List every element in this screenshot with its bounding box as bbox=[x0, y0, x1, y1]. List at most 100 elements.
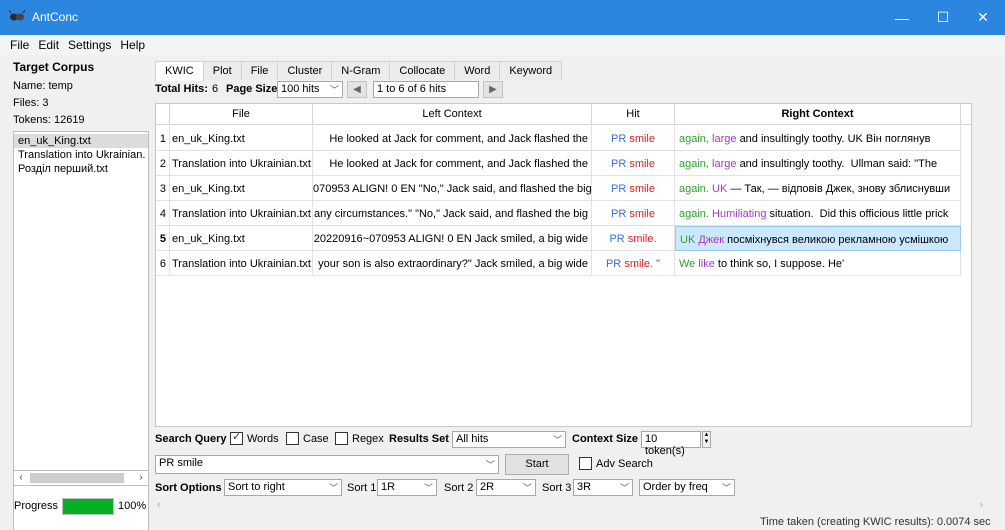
right-context-cell[interactable]: again, large and insultingly toothy. UK … bbox=[675, 126, 961, 151]
context-size-field[interactable]: 10 token(s) bbox=[641, 431, 701, 457]
right-context-token: large bbox=[712, 133, 740, 145]
file-cell[interactable]: en_uk_King.txt bbox=[170, 226, 313, 251]
table-row[interactable]: 4 Translation into Ukrainian.txt any circu… bbox=[156, 201, 961, 226]
file-cell[interactable]: en_uk_King.txt bbox=[170, 176, 313, 201]
hit-cell[interactable]: PR smile. bbox=[592, 226, 675, 251]
header-left-context[interactable]: Left Context bbox=[313, 104, 592, 125]
left-context-cell[interactable]: He looked at Jack for comment, and Jack … bbox=[313, 126, 592, 151]
corpus-files-count: Files: 3 bbox=[13, 97, 49, 109]
hit-cell[interactable]: PR smile bbox=[592, 176, 675, 201]
previous-page-button[interactable]: ◀ bbox=[347, 81, 367, 98]
close-button[interactable]: ✕ bbox=[961, 0, 1005, 35]
corpus-file-item[interactable]: Розділ перший.txt bbox=[14, 162, 148, 176]
chevron-down-icon: ﹀ bbox=[522, 483, 532, 493]
search-query-label: Search Query bbox=[155, 433, 227, 445]
file-cell[interactable]: Translation into Ukrainian.txt bbox=[170, 201, 313, 226]
sort1-select[interactable]: 1R ﹀ bbox=[377, 479, 437, 496]
table-row[interactable]: 5 en_uk_King.txt 20220916~070953 ALIGN! 0 … bbox=[156, 226, 961, 251]
right-context-cell[interactable]: UK Джек посміхнувся великою рекламною ус… bbox=[675, 226, 961, 251]
sort3-select[interactable]: 3R ﹀ bbox=[573, 479, 633, 496]
row-number-cell[interactable]: 5 bbox=[156, 226, 170, 251]
tab-keyword[interactable]: Keyword bbox=[499, 61, 563, 80]
kwic-results-table[interactable]: File Left Context Hit Right Context 1 en_… bbox=[155, 103, 972, 427]
tab-plot[interactable]: Plot bbox=[202, 61, 242, 80]
scroll-left-icon[interactable]: ‹ bbox=[14, 471, 28, 485]
menu-edit[interactable]: Edit bbox=[34, 35, 64, 55]
tab-kwic[interactable]: KWIC bbox=[155, 61, 204, 81]
scrollbar-thumb[interactable] bbox=[30, 473, 124, 483]
table-row[interactable]: 6 Translation into Ukrainian.txt your son … bbox=[156, 251, 961, 276]
words-checkbox[interactable] bbox=[230, 430, 243, 445]
scroll-right-icon[interactable]: › bbox=[979, 499, 983, 511]
left-context-cell[interactable]: any circumstances." "No," Jack said, and… bbox=[313, 201, 592, 226]
spin-up-icon[interactable]: ▲ bbox=[704, 432, 710, 438]
row-number-cell[interactable]: 1 bbox=[156, 126, 170, 151]
next-page-button[interactable]: ▶ bbox=[483, 81, 503, 98]
hit-cell[interactable]: PR smile bbox=[592, 151, 675, 176]
menu-help[interactable]: Help bbox=[116, 35, 150, 55]
right-context-cell[interactable]: again. UK — Так, — відповів Джек, знову … bbox=[675, 176, 961, 201]
sort-options-label: Sort Options bbox=[155, 482, 222, 494]
left-context-cell[interactable]: He looked at Jack for comment, and Jack … bbox=[313, 151, 592, 176]
right-context-token: again, bbox=[679, 158, 713, 170]
progress-bar-fill bbox=[63, 499, 113, 514]
file-cell[interactable]: Translation into Ukrainian.txt bbox=[170, 151, 313, 176]
sort2-value: 2R bbox=[480, 481, 495, 493]
table-row[interactable]: 1 en_uk_King.txt He looked at Jack for com… bbox=[156, 126, 961, 151]
results-horizontal-scrollbar[interactable]: ‹ › bbox=[155, 499, 995, 514]
right-context-cell[interactable]: We like to think so, I suppose. He' bbox=[675, 251, 961, 276]
hit-word: smile bbox=[629, 208, 655, 220]
header-hit[interactable]: Hit bbox=[592, 104, 675, 125]
scroll-right-icon[interactable]: › bbox=[134, 471, 148, 485]
left-context-cell[interactable]: your son is also extraordinary?" Jack sm… bbox=[313, 251, 592, 276]
menu-file[interactable]: File bbox=[6, 35, 34, 55]
file-list-horizontal-scrollbar[interactable]: ‹ › bbox=[13, 470, 149, 486]
row-number-cell[interactable]: 6 bbox=[156, 251, 170, 276]
hit-cell[interactable]: PR smile bbox=[592, 126, 675, 151]
corpus-file-item[interactable]: Translation into Ukrainian. bbox=[14, 148, 148, 162]
left-context-cell[interactable]: 070953 ALIGN! 0 EN "No," Jack said, and … bbox=[313, 176, 592, 201]
chevron-down-icon: ﹀ bbox=[329, 85, 339, 95]
spin-down-icon[interactable]: ▼ bbox=[704, 439, 710, 445]
hit-cell[interactable]: PR smile. " bbox=[592, 251, 675, 276]
table-row[interactable]: 3 en_uk_King.txt 070953 ALIGN! 0 EN "No," … bbox=[156, 176, 961, 201]
menu-settings[interactable]: Settings bbox=[64, 35, 116, 55]
hit-cell[interactable]: PR smile bbox=[592, 201, 675, 226]
case-checkbox[interactable] bbox=[286, 432, 299, 445]
context-size-spinner[interactable]: ▲ ▼ bbox=[702, 431, 711, 448]
tab-ngram[interactable]: N-Gram bbox=[331, 61, 391, 80]
header-right-context[interactable]: Right Context bbox=[675, 104, 961, 125]
search-query-input[interactable]: PR smile ﹀ bbox=[155, 455, 499, 474]
row-number-cell[interactable]: 2 bbox=[156, 151, 170, 176]
tab-word[interactable]: Word bbox=[454, 61, 501, 80]
chevron-down-icon: ﹀ bbox=[328, 483, 338, 493]
tab-file[interactable]: File bbox=[240, 61, 279, 80]
left-context-cell[interactable]: 20220916~070953 ALIGN! 0 EN Jack smiled,… bbox=[313, 226, 592, 251]
minimize-button[interactable]: — bbox=[880, 0, 924, 35]
corpus-name: Name: temp bbox=[13, 80, 73, 92]
header-file[interactable]: File bbox=[170, 104, 313, 125]
context-size-label: Context Size bbox=[572, 433, 639, 445]
tab-collocate[interactable]: Collocate bbox=[389, 61, 456, 80]
regex-checkbox[interactable] bbox=[335, 432, 348, 445]
file-cell[interactable]: Translation into Ukrainian.txt bbox=[170, 251, 313, 276]
row-number-cell[interactable]: 4 bbox=[156, 201, 170, 226]
right-context-cell[interactable]: again, large and insultingly toothy. Ull… bbox=[675, 151, 961, 176]
sort-to-select[interactable]: Sort to right ﹀ bbox=[224, 479, 342, 496]
sort2-select[interactable]: 2R ﹀ bbox=[476, 479, 536, 496]
right-context-cell[interactable]: again. Humiliating situation. Did this o… bbox=[675, 201, 961, 226]
order-select[interactable]: Order by freq ﹀ bbox=[639, 479, 735, 496]
start-button[interactable]: Start bbox=[505, 454, 569, 475]
scroll-left-icon[interactable]: ‹ bbox=[157, 499, 161, 511]
table-row[interactable]: 2 Translation into Ukrainian.txt He looked… bbox=[156, 151, 961, 176]
results-set-select[interactable]: All hits ﹀ bbox=[452, 431, 566, 448]
page-size-select[interactable]: 100 hits ﹀ bbox=[277, 81, 343, 98]
tab-cluster[interactable]: Cluster bbox=[277, 61, 333, 80]
maximize-button[interactable]: ☐ bbox=[921, 0, 965, 35]
row-number-cell[interactable]: 3 bbox=[156, 176, 170, 201]
adv-search-checkbox[interactable] bbox=[579, 457, 592, 470]
file-cell[interactable]: en_uk_King.txt bbox=[170, 126, 313, 151]
order-value: Order by freq bbox=[643, 481, 708, 493]
right-context-token: Джек bbox=[698, 234, 728, 246]
corpus-file-item[interactable]: en_uk_King.txt bbox=[14, 134, 148, 148]
